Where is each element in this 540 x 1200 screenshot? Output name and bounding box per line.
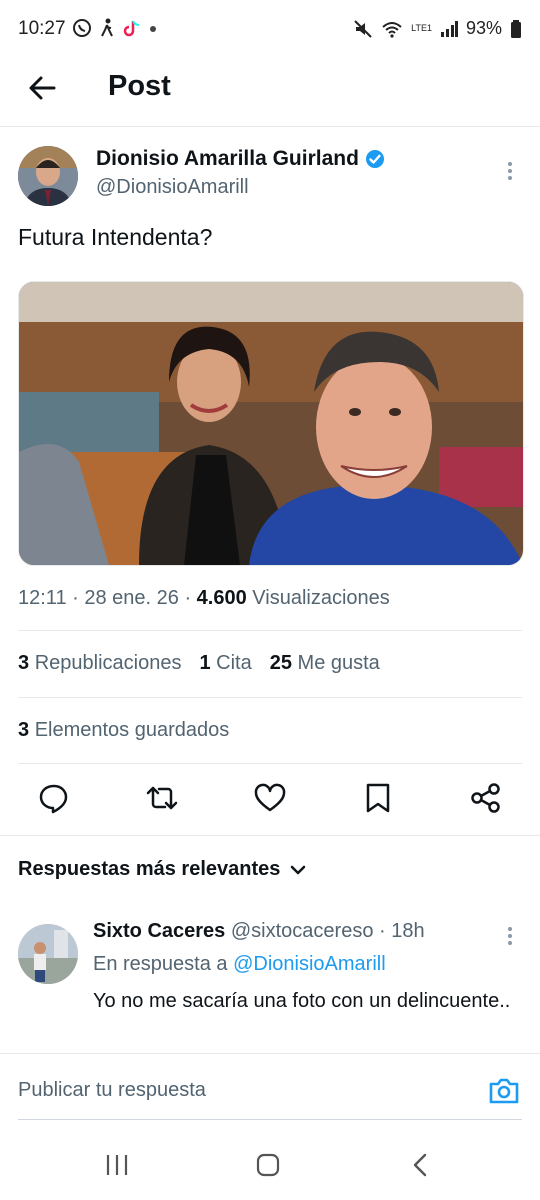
home-icon[interactable] (255, 1152, 281, 1178)
mute-icon (354, 19, 372, 38)
reply-header: Sixto Caceres @sixtocacereso · 18h (93, 920, 425, 942)
likes-label: Me gusta (297, 652, 380, 674)
post-stats: 3 Republicaciones 1 Cita 25 Me gusta (18, 652, 380, 675)
author-name-row[interactable]: Dionisio Amarilla Guirland (96, 147, 385, 171)
back-arrow-icon[interactable] (26, 72, 58, 104)
likes-count: 25 (269, 652, 292, 674)
quotes-stat[interactable]: 1 Cita (199, 652, 251, 675)
divider (18, 697, 522, 698)
reply-avatar[interactable] (18, 924, 78, 984)
selfie-photo-image (19, 282, 523, 565)
author-avatar[interactable] (18, 146, 78, 206)
divider (18, 763, 522, 764)
author-name[interactable]: Dionisio Amarilla Guirland (96, 147, 359, 171)
reply-to-link[interactable]: @DionisioAmarill (233, 953, 386, 975)
author-handle[interactable]: @DionisioAmarill (96, 176, 249, 199)
status-time: 10:27 (18, 18, 66, 39)
system-nav-bar (0, 1130, 540, 1200)
wifi-icon (382, 21, 402, 38)
reposts-stat[interactable]: 3 Republicaciones (18, 652, 181, 675)
lte-label: LTE1 (411, 23, 432, 33)
author-avatar-image (18, 146, 78, 206)
battery-icon (511, 19, 521, 38)
views-count: 4.600 (196, 587, 247, 609)
reply-composer-input[interactable]: Publicar tu respuesta (18, 1079, 206, 1102)
reposts-label: Republicaciones (34, 652, 182, 674)
divider (0, 835, 540, 836)
dot-icon (150, 26, 156, 32)
likes-stat[interactable]: 25 Me gusta (270, 652, 380, 675)
quotes-label: Cita (216, 652, 252, 674)
reply-avatar-image (18, 924, 78, 984)
composer-underline (18, 1119, 522, 1120)
tiktok-icon (123, 20, 140, 37)
post-meta: 12:11 · 28 ene. 26 · 4.600 Visualizacion… (18, 587, 390, 609)
replies-sort-dropdown[interactable]: Respuestas más relevantes (18, 858, 306, 881)
system-indicators: LTE1 93% (353, 18, 522, 39)
reply-context: En respuesta a @DionisioAmarill (93, 953, 386, 976)
repost-icon[interactable] (144, 780, 180, 816)
post-text: Futura Intendenta? (18, 224, 213, 250)
reply-more-options-icon[interactable] (500, 925, 520, 949)
page-title: Post (108, 70, 171, 102)
reply-text: Yo no me sacaría una foto con un delincu… (93, 990, 511, 1012)
post-photo[interactable] (18, 281, 524, 566)
battery-percent: 93% (465, 18, 502, 38)
reply-author-handle[interactable]: @sixtocacereso (231, 920, 374, 942)
reposts-count: 3 (18, 652, 30, 674)
post-actions-bar (0, 780, 540, 820)
system-back-icon[interactable] (408, 1152, 434, 1178)
bookmark-icon[interactable] (360, 780, 396, 816)
post-date: 28 ene. 26 (84, 587, 179, 609)
recent-apps-icon[interactable] (104, 1152, 130, 1178)
bookmarks-stat[interactable]: 3 Elementos guardados (18, 719, 229, 742)
divider (18, 630, 522, 631)
signal-icon (440, 20, 458, 37)
more-options-icon[interactable] (500, 160, 520, 184)
bookmarks-count: 3 (18, 719, 30, 741)
bookmarks-label: Elementos guardados (34, 719, 230, 741)
composer-top-border (0, 1053, 540, 1054)
reply-icon[interactable] (36, 780, 72, 816)
reply-prefix: En respuesta a (93, 953, 228, 975)
post-time: 12:11 (18, 587, 67, 609)
quotes-count: 1 (199, 652, 211, 674)
chevron-down-icon (291, 865, 306, 874)
walking-icon (101, 18, 113, 37)
share-icon[interactable] (468, 780, 504, 816)
replies-sort-label: Respuestas más relevantes (18, 858, 281, 880)
reply-author-name[interactable]: Sixto Caceres (93, 920, 225, 942)
whatsapp-icon (73, 19, 91, 37)
status-bar: 10:27 LTE1 93% (0, 0, 540, 60)
views-label: Visualizaciones (252, 587, 390, 609)
verified-badge-icon (365, 150, 384, 168)
reply-age: 18h (391, 920, 425, 942)
notification-icons (72, 18, 158, 38)
like-heart-icon[interactable] (252, 780, 288, 816)
top-app-bar: Post (0, 60, 540, 127)
camera-icon[interactable] (487, 1074, 521, 1108)
